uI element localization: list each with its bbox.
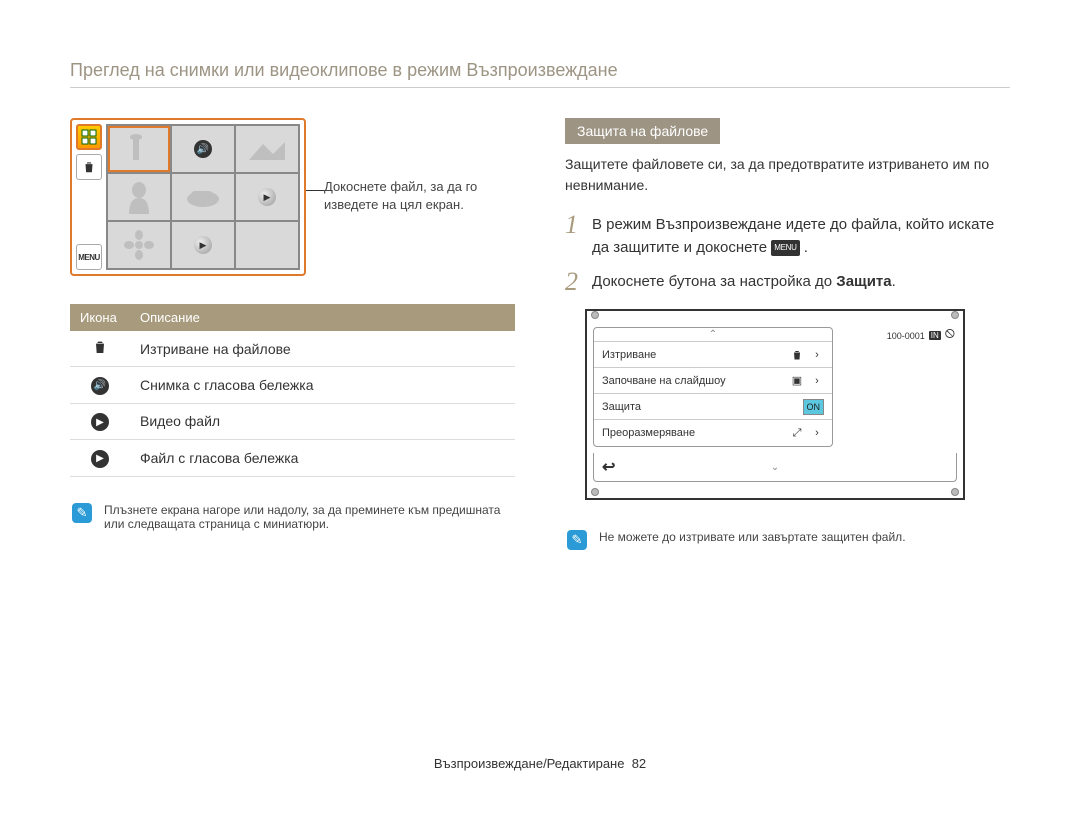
thumbnail-viewer: MENU 🔊 — [70, 118, 306, 276]
camera-menu-item-delete[interactable]: Изтриване › — [594, 342, 832, 368]
icon-legend-table: Икона Описание Изтриване на файлове 🔊 Сн… — [70, 304, 515, 477]
camera-menu-item-protect[interactable]: Защита ON — [594, 394, 832, 420]
camera-screen-mock: ⌃ Изтриване › Започване на слайдшоу ▣ — [585, 309, 965, 500]
thumbnail-cell[interactable]: ▶ — [172, 222, 234, 268]
thumbnail-cell[interactable] — [108, 222, 170, 268]
step-1: 1 В режим Възпроизвеждане идете до файла… — [565, 212, 1010, 259]
screw-icon — [591, 311, 599, 319]
thumbnail-cell[interactable] — [236, 126, 298, 172]
thumbnail-mode-button[interactable] — [76, 124, 102, 150]
video-file-icon: ▶ — [91, 413, 109, 431]
thumbnail-cell[interactable] — [108, 174, 170, 220]
table-row: 🔊 Снимка с гласова бележка — [70, 367, 515, 404]
menu-button[interactable]: MENU — [76, 244, 102, 270]
page-footer: Възпроизвеждане/Редактиране 82 — [0, 756, 1080, 771]
row-desc: Изтриване на файлове — [130, 331, 515, 367]
note-text: Плъзнете екрана нагоре или надолу, за да… — [104, 503, 513, 531]
step2-text-pre: Докоснете бутона за настройка до — [592, 273, 836, 290]
camera-menu-item-slideshow[interactable]: Започване на слайдшоу ▣ › — [594, 368, 832, 394]
section-heading: Защита на файлове — [565, 118, 720, 144]
thumbnail-cell[interactable] — [172, 174, 234, 220]
screw-icon — [951, 311, 959, 319]
info-icon: ✎ — [567, 530, 587, 550]
trash-icon — [92, 342, 108, 358]
play-icon: ▶ — [194, 236, 212, 254]
info-icon: ✎ — [72, 503, 92, 523]
callout-text: Докоснете файл, за да го изведете на цял… — [324, 179, 477, 212]
table-header-icon: Икона — [70, 304, 130, 331]
protect-on-toggle[interactable]: ON — [803, 399, 825, 415]
info-note: ✎ Не можете до изтривате или завъртате з… — [565, 524, 1010, 556]
lock-icon: 🛇 — [945, 327, 955, 344]
row-desc: Файл с гласова бележка — [130, 440, 515, 477]
back-button[interactable]: ↩ — [602, 457, 615, 477]
voice-file-icon: ▶ — [91, 450, 109, 468]
menu-item-label: Започване на слайдшоу — [602, 375, 790, 387]
thumbnail-grid: 🔊 ▶ — [106, 124, 300, 270]
slideshow-icon: ▣ — [790, 374, 804, 388]
step2-text-bold: Защита — [836, 273, 891, 290]
step2-text-post: . — [892, 273, 896, 290]
chevron-right-icon: › — [810, 348, 824, 362]
step-number: 2 — [565, 269, 578, 295]
note-text: Не можете до изтривате или завъртате защ… — [599, 530, 906, 544]
delete-button[interactable] — [76, 154, 102, 180]
storage-badge: IN — [929, 331, 941, 340]
step-number: 1 — [565, 212, 578, 259]
table-row: ▶ Файл с гласова бележка — [70, 440, 515, 477]
page-title: Преглед на снимки или видеоклипове в реж… — [70, 60, 1010, 88]
row-desc: Снимка с гласова бележка — [130, 367, 515, 404]
thumbnail-callout: Докоснете файл, за да го изведете на цял… — [324, 118, 515, 214]
resize-icon: ⤢ — [790, 426, 804, 440]
play-icon: ▶ — [258, 188, 276, 206]
chevron-up-icon[interactable]: ⌃ — [594, 328, 832, 342]
info-note: ✎ Плъзнете екрана нагоре или надолу, за … — [70, 497, 515, 537]
thumbnail-cell[interactable]: ▶ — [236, 174, 298, 220]
section-intro: Защитете файловете си, за да предотврати… — [565, 154, 1010, 196]
file-counter: 100-0001 — [887, 331, 925, 341]
chevron-right-icon: › — [810, 374, 824, 388]
camera-menu-panel: ⌃ Изтриване › Започване на слайдшоу ▣ — [593, 327, 833, 447]
screw-icon — [951, 488, 959, 496]
menu-item-label: Защита — [602, 401, 803, 413]
camera-menu-item-resize[interactable]: Преоразмеряване ⤢ › — [594, 420, 832, 446]
row-desc: Видео файл — [130, 403, 515, 440]
screw-icon — [591, 488, 599, 496]
thumbnail-cell[interactable]: 🔊 — [172, 126, 234, 172]
table-row: ▶ Видео файл — [70, 403, 515, 440]
voice-photo-icon: 🔊 — [91, 377, 109, 395]
thumbnail-cell[interactable] — [236, 222, 298, 268]
footer-page-number: 82 — [632, 756, 646, 771]
table-header-desc: Описание — [130, 304, 515, 331]
voice-memo-icon: 🔊 — [194, 140, 212, 158]
thumbnail-cell[interactable] — [108, 126, 170, 172]
step-2: 2 Докоснете бутона за настройка до Защит… — [565, 269, 1010, 295]
chevron-right-icon: › — [810, 426, 824, 440]
step1-text-post: . — [804, 239, 808, 256]
menu-item-label: Преоразмеряване — [602, 427, 790, 439]
footer-section: Възпроизвеждане/Редактиране — [434, 756, 625, 771]
menu-item-label: Изтриване — [602, 349, 790, 361]
table-row: Изтриване на файлове — [70, 331, 515, 367]
menu-badge-icon: MENU — [771, 240, 799, 256]
trash-icon — [790, 348, 804, 362]
